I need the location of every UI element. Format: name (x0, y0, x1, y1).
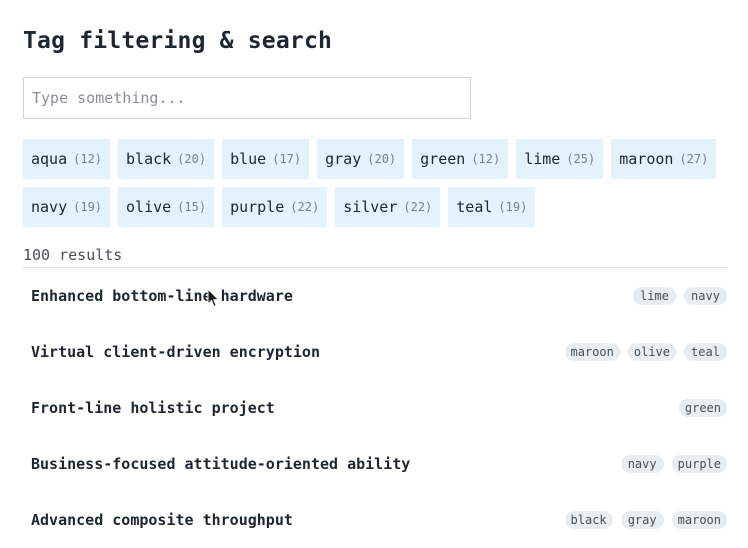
result-tag-chip: black (564, 511, 613, 529)
result-tag-chip: gray (620, 511, 664, 529)
tag-filter-name: silver (343, 198, 398, 216)
result-item[interactable]: Virtual client-driven encryption maroon ol… (23, 324, 727, 380)
result-item[interactable]: Advanced composite throughput black gray ma… (23, 492, 727, 548)
results-count: 100 results (23, 246, 123, 264)
tag-filter-count: (19) (498, 200, 528, 214)
result-tag-chip: maroon (564, 343, 620, 361)
search-input[interactable] (23, 77, 471, 119)
tag-filter-teal[interactable]: teal (19) (448, 187, 536, 227)
tag-filter-count: (12) (471, 152, 501, 166)
tag-filter-count: (12) (73, 152, 103, 166)
result-title: Enhanced bottom-line hardware (31, 287, 293, 305)
result-title: Virtual client-driven encryption (31, 343, 320, 361)
tag-filter-name: black (126, 150, 172, 168)
tag-filter-name: green (420, 150, 466, 168)
result-tags: black gray maroon (564, 511, 727, 529)
tag-filter-name: aqua (31, 150, 68, 168)
tag-filter-count: (17) (272, 152, 302, 166)
tag-filter-green[interactable]: green (12) (412, 139, 509, 179)
page-title: Tag filtering & search (23, 28, 333, 54)
tag-filter-gray[interactable]: gray (20) (317, 139, 405, 179)
tag-filter-aqua[interactable]: aqua (12) (23, 139, 111, 179)
result-tag-chip: olive (627, 343, 676, 361)
result-tag-chip: navy (620, 455, 664, 473)
tag-filter-maroon[interactable]: maroon (27) (611, 139, 717, 179)
result-item[interactable]: Business-focused attitude-oriented abili… (23, 436, 727, 492)
result-tags: navy purple (620, 455, 727, 473)
tag-filter-name: navy (31, 198, 68, 216)
tag-filter-count: (20) (177, 152, 207, 166)
tag-filter-silver[interactable]: silver (22) (335, 187, 441, 227)
tag-filter-olive[interactable]: olive (15) (118, 187, 215, 227)
tag-filter-count: (20) (367, 152, 397, 166)
tag-filter-black[interactable]: black (20) (118, 139, 215, 179)
tag-filter-count: (25) (566, 152, 596, 166)
tag-filter-count: (27) (679, 152, 709, 166)
tag-filter-name: gray (325, 150, 362, 168)
results-list: Enhanced bottom-line hardware lime navy Vir… (23, 268, 727, 548)
result-tag-chip: navy (684, 287, 727, 305)
result-tag-chip: maroon (671, 511, 727, 529)
result-title: Advanced composite throughput (31, 511, 293, 529)
result-title: Front-line holistic project (31, 399, 275, 417)
mouse-cursor-icon (207, 288, 220, 308)
result-item[interactable]: Front-line holistic project green (23, 380, 727, 436)
result-tag-chip: teal (684, 343, 727, 361)
result-item[interactable]: Enhanced bottom-line hardware lime navy (23, 268, 727, 324)
result-tag-chip: green (678, 399, 727, 417)
tag-filter-lime[interactable]: lime (25) (516, 139, 604, 179)
result-title: Business-focused attitude-oriented abili… (31, 455, 411, 473)
result-tag-chip: purple (671, 455, 727, 473)
tag-filter-name: maroon (619, 150, 674, 168)
tag-filter-name: olive (126, 198, 172, 216)
result-tag-chip: lime (633, 287, 676, 305)
result-tags: green (678, 399, 727, 417)
tag-filter-count: (22) (403, 200, 433, 214)
tag-filter-navy[interactable]: navy (19) (23, 187, 111, 227)
tag-filter-list: aqua (12) black (20) blue (17) gray (20) green (1… (23, 139, 727, 227)
tag-filter-count: (22) (290, 200, 320, 214)
tag-filter-name: purple (230, 198, 285, 216)
tag-filter-count: (15) (177, 200, 207, 214)
tag-filter-name: blue (230, 150, 267, 168)
result-tags: maroon olive teal (564, 343, 727, 361)
tag-filter-name: teal (456, 198, 493, 216)
tag-filter-name: lime (524, 150, 561, 168)
tag-filter-purple[interactable]: purple (22) (222, 187, 328, 227)
result-tags: lime navy (633, 287, 727, 305)
tag-filter-blue[interactable]: blue (17) (222, 139, 310, 179)
tag-filter-count: (19) (73, 200, 103, 214)
